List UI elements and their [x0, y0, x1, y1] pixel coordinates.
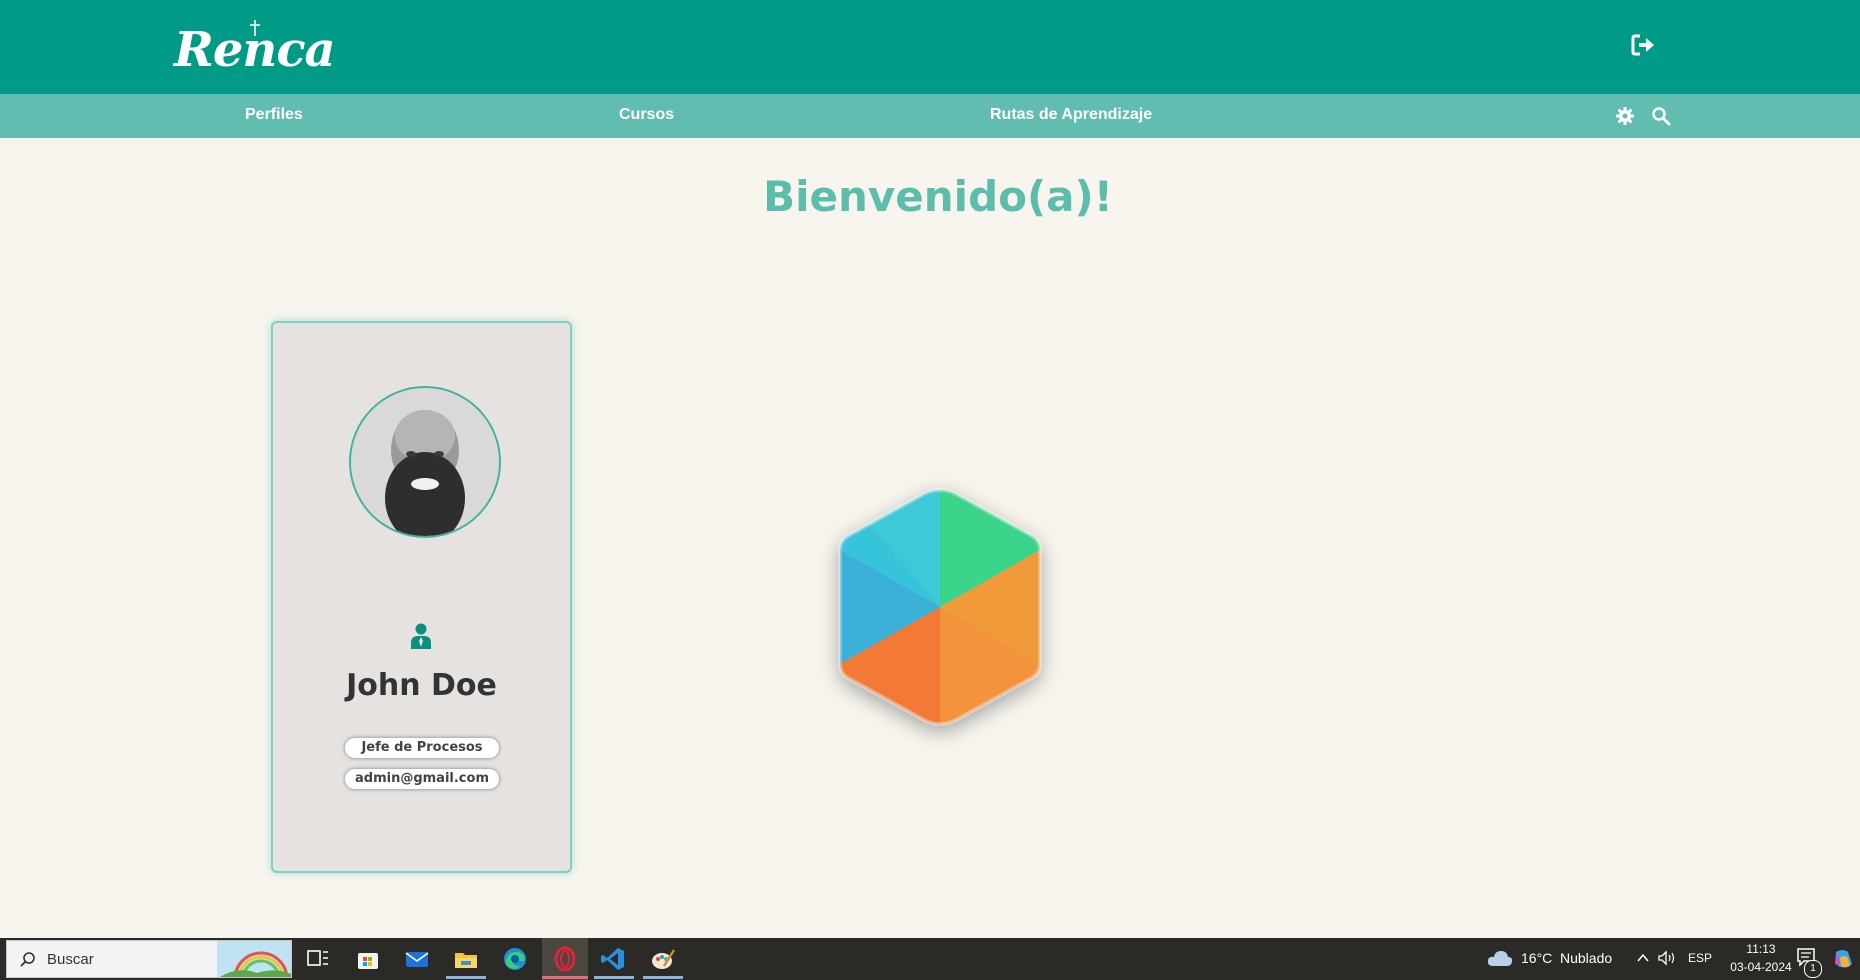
opera-icon[interactable] — [552, 946, 578, 972]
main-navigation: Perfiles Cursos Rutas de Aprendizaje — [0, 94, 1860, 138]
input-language[interactable]: ESP — [1688, 951, 1712, 965]
logo-cross-icon — [250, 20, 260, 36]
profile-role-badge: Jefe de Procesos — [345, 738, 499, 758]
notification-count-badge: 1 — [1804, 960, 1822, 978]
rainbow-landscape-icon — [217, 941, 291, 977]
speaker-volume-icon[interactable] — [1657, 950, 1677, 966]
cloud-weather-icon — [1487, 951, 1513, 966]
file-explorer-active-indicator — [446, 976, 486, 979]
profile-avatar — [349, 386, 501, 538]
store-icon[interactable] — [355, 946, 381, 972]
vscode-icon[interactable] — [600, 946, 626, 972]
nav-perfiles[interactable]: Perfiles — [245, 94, 303, 138]
weather-description[interactable]: Nublado — [1560, 950, 1612, 966]
profile-name: John Doe — [346, 668, 497, 703]
profile-email-badge: admin@gmail.com — [345, 769, 499, 789]
settings-gear-icon[interactable] — [1615, 106, 1635, 126]
top-header: Renca — [0, 0, 1860, 94]
edge-icon[interactable] — [502, 946, 528, 972]
bearded-man-photo — [351, 388, 499, 536]
chevron-up-icon[interactable] — [1636, 952, 1650, 964]
taskbar-search-placeholder: Buscar — [47, 951, 94, 968]
nav-cursos[interactable]: Cursos — [619, 94, 674, 138]
mail-icon[interactable] — [404, 946, 430, 972]
clock-time[interactable]: 11:13 — [1736, 942, 1786, 956]
taskbar-search-box[interactable]: Buscar — [6, 940, 292, 978]
paint-icon[interactable] — [650, 946, 676, 972]
weather-temperature[interactable]: 16°C — [1521, 950, 1552, 966]
welcome-title: Bienvenido(a)! — [763, 172, 1113, 221]
user-tie-icon — [411, 623, 431, 649]
task-view-icon[interactable] — [305, 946, 331, 972]
logout-icon[interactable] — [1630, 32, 1656, 58]
hexagon-logo — [820, 474, 1060, 744]
file-explorer-icon[interactable] — [453, 946, 479, 972]
profile-card: John Doe Jefe de Procesos admin@gmail.co… — [271, 321, 572, 873]
windows-taskbar: Buscar 16°C Nublado ESP 11:13 03-04-2024… — [0, 938, 1860, 980]
vscode-active-indicator — [594, 976, 634, 979]
taskbar-search-icon — [20, 952, 35, 967]
search-icon[interactable] — [1651, 106, 1671, 126]
nav-rutas-de-aprendizaje[interactable]: Rutas de Aprendizaje — [990, 94, 1152, 138]
clock-date[interactable]: 03-04-2024 — [1720, 960, 1802, 974]
hexagon-graphic — [838, 487, 1042, 727]
copilot-icon[interactable] — [1832, 948, 1854, 970]
opera-active-indicator — [542, 976, 588, 979]
paint-active-indicator — [643, 976, 683, 979]
